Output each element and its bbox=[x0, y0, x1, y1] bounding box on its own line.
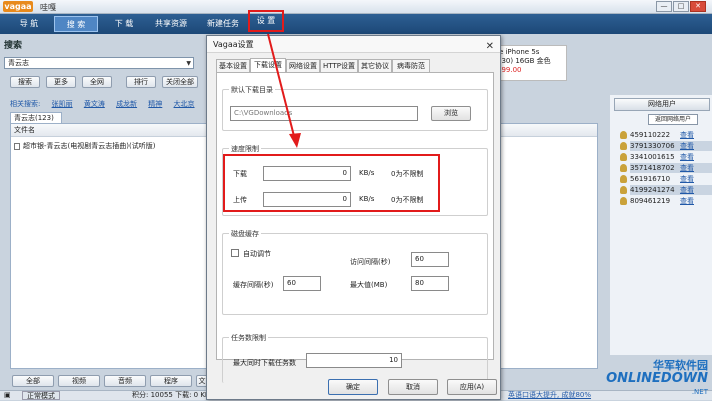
watermark-logo: 华军软件园 ONLINEDOWN .NET bbox=[606, 355, 712, 400]
annotation-arrow bbox=[267, 33, 301, 148]
watermark-line: ONLINEDOWN bbox=[606, 371, 708, 386]
watermark-line: .NET bbox=[691, 388, 708, 396]
